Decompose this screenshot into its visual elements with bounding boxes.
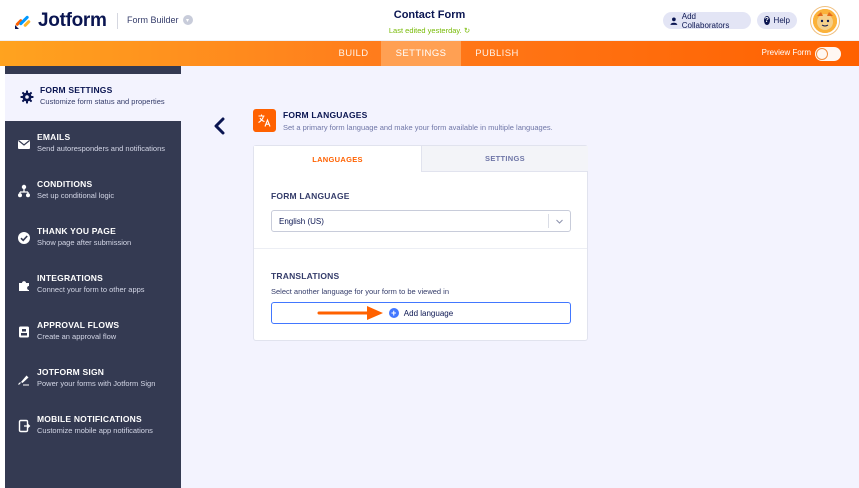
translate-icon (253, 109, 276, 132)
sidebar-item-desc: Create an approval flow (37, 332, 117, 341)
add-language-label: Add language (403, 308, 454, 318)
translations-label: TRANSLATIONS (271, 271, 340, 281)
form-language-select[interactable]: English (US) (271, 210, 571, 232)
sidebar-item-thank-you-page[interactable]: THANK YOU PAGE Show page after submissio… (5, 215, 181, 262)
preview-form-toggle[interactable] (815, 47, 841, 61)
form-language-label: FORM LANGUAGE (271, 191, 350, 201)
sidebar-item-desc: Power your forms with Jotform Sign (37, 379, 156, 388)
avatar[interactable] (811, 7, 839, 35)
sidebar-item-title: FORM SETTINGS (40, 85, 113, 95)
form-languages-card: LANGUAGES SETTINGS FORM LANGUAGE English… (253, 145, 588, 341)
sitemap-icon (18, 184, 30, 198)
card-divider (254, 248, 587, 249)
sidebar-item-title: THANK YOU PAGE (37, 226, 116, 236)
sidebar-item-title: EMAILS (37, 132, 71, 142)
sidebar-item-title: JOTFORM SIGN (37, 367, 105, 377)
envelope-icon (18, 140, 30, 149)
builder-nav-bar: BUILD SETTINGS PUBLISH Preview Form (0, 41, 859, 66)
check-circle-icon (18, 232, 30, 244)
sidebar-item-emails[interactable]: EMAILS Send autoresponders and notificat… (5, 121, 181, 168)
user-icon (670, 17, 678, 25)
sidebar-item-title: APPROVAL FLOWS (37, 320, 120, 330)
top-header: Jotform Form Builder ▾ Contact Form Last… (0, 0, 859, 41)
tab-publish[interactable]: PUBLISH (462, 41, 532, 66)
tab-language-settings[interactable]: SETTINGS (421, 146, 588, 172)
help-label: Help (773, 16, 790, 25)
add-collaborators-label: Add Collaborators (681, 11, 730, 30)
sidebar-item-desc: Customize mobile app notifications (37, 426, 153, 435)
last-edited-text: Last edited yesterday. (388, 26, 462, 35)
approval-icon (19, 326, 29, 338)
translate-glyph (258, 114, 271, 127)
avatar-icon (813, 9, 837, 33)
section-title: FORM LANGUAGES (283, 110, 368, 120)
sidebar-item-title: CONDITIONS (37, 179, 93, 189)
back-arrow-icon[interactable] (212, 116, 228, 136)
sidebar-item-title: INTEGRATIONS (37, 273, 103, 283)
settings-sidebar: FORM SETTINGS Customize form status and … (5, 66, 181, 488)
section-description: Set a primary form language and make you… (283, 123, 553, 132)
sidebar-item-jotform-sign[interactable]: JOTFORM SIGN Power your forms with Jotfo… (5, 356, 181, 403)
sidebar-item-desc: Customize form status and properties (40, 97, 165, 106)
sidebar-item-desc: Connect your form to other apps (37, 285, 145, 294)
sidebar-item-approval-flows[interactable]: APPROVAL FLOWS Create an approval flow (5, 309, 181, 356)
sidebar-item-desc: Show page after submission (37, 238, 132, 247)
sidebar-item-title: MOBILE NOTIFICATIONS (37, 414, 142, 424)
puzzle-icon (19, 281, 29, 291)
sidebar-item-desc: Set up conditional logic (37, 191, 115, 200)
chevron-down-icon (556, 219, 563, 224)
pointer-arrow-icon (317, 306, 383, 320)
translations-description: Select another language for your form to… (271, 287, 450, 296)
help-button[interactable]: ? Help (757, 12, 797, 29)
mobile-icon (18, 419, 31, 433)
preview-form-label: Preview Form (761, 48, 811, 57)
plus-circle-icon: + (388, 308, 399, 318)
add-collaborators-button[interactable]: Add Collaborators (663, 11, 751, 30)
gear-icon (20, 90, 34, 104)
sidebar-item-form-settings[interactable]: FORM SETTINGS Customize form status and … (5, 74, 181, 121)
pen-icon (18, 375, 29, 386)
select-divider (548, 214, 549, 228)
sidebar-item-integrations[interactable]: INTEGRATIONS Connect your form to other … (5, 262, 181, 309)
sidebar-item-desc: Send autoresponders and notifications (37, 144, 166, 153)
tab-languages[interactable]: LANGUAGES (254, 146, 421, 172)
toggle-knob (816, 48, 828, 60)
tab-build[interactable]: BUILD (326, 41, 381, 66)
sidebar-item-conditions[interactable]: CONDITIONS Set up conditional logic (5, 168, 181, 215)
selected-language: English (US) (279, 216, 324, 226)
tab-settings[interactable]: SETTINGS (381, 41, 461, 66)
refresh-icon: ↻ (463, 26, 471, 35)
question-icon: ? (764, 16, 770, 25)
sidebar-item-mobile-notifications[interactable]: MOBILE NOTIFICATIONS Customize mobile ap… (5, 403, 181, 450)
add-language-button[interactable]: + Add language (271, 302, 571, 324)
